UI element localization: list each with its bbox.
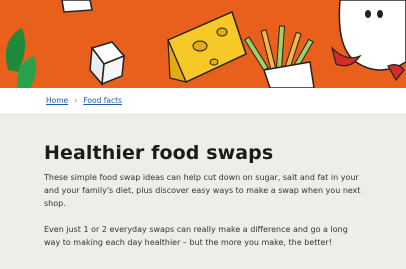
breadcrumb-link-home[interactable]: Home [46, 96, 68, 106]
hero-illustration [0, 0, 406, 88]
hero-banner [0, 0, 406, 88]
breadcrumb-link-food-facts[interactable]: Food facts [83, 96, 122, 106]
intro-paragraph: These simple food swap ideas can help cu… [44, 173, 361, 208]
body-paragraph: Even just 1 or 2 everyday swaps can real… [44, 225, 348, 247]
breadcrumb-separator-icon: › [74, 96, 78, 105]
page: Home › Food facts Healthier food swaps T… [0, 0, 406, 269]
breadcrumb: Home › Food facts [46, 96, 122, 106]
page-title: Healthier food swaps [44, 142, 274, 164]
breadcrumb-bar: Home › Food facts [0, 88, 406, 115]
